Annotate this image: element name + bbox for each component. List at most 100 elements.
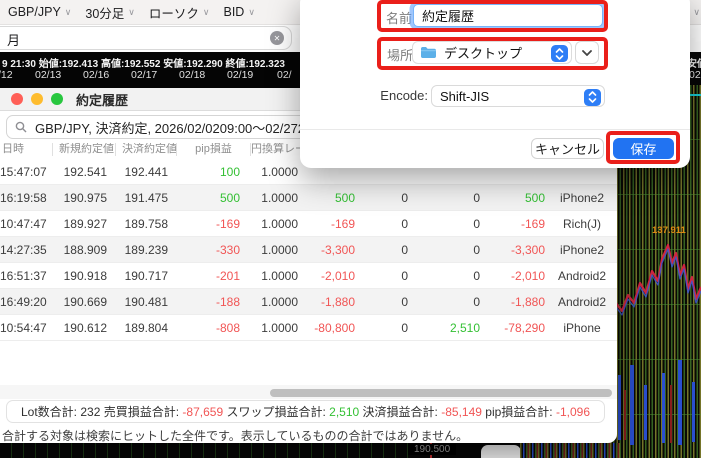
dropdown-stepper-icon xyxy=(584,89,601,106)
table-cell: 1.0000 xyxy=(250,243,310,257)
volume-bar xyxy=(630,365,634,445)
clear-filter-icon[interactable]: ✕ xyxy=(270,31,284,45)
volume-bar xyxy=(670,385,672,443)
chevron-down-icon: ∨ xyxy=(248,7,255,18)
toolbar-dropdown[interactable]: ローソク ∨ xyxy=(149,3,210,22)
column-header[interactable]: pip損益 xyxy=(176,143,250,156)
chart-scrollbar-fragment[interactable] xyxy=(481,445,521,458)
summary-item: 決済損益合計: -85,149 xyxy=(363,403,482,420)
chevron-down-icon: ∨ xyxy=(128,7,135,18)
table-cell: -188 xyxy=(176,295,250,309)
column-header[interactable]: 日時 xyxy=(0,143,52,156)
dialog-divider xyxy=(300,129,690,130)
table-cell: -80,800 xyxy=(310,321,360,335)
table-cell: 1.0000 xyxy=(250,269,310,283)
table-row[interactable]: 16:19:58190.975191.4755001.000050000500i… xyxy=(0,185,617,211)
summary-item: 売買損益合計: -87,659 xyxy=(104,403,223,420)
table-cell: -2,010 xyxy=(482,269,547,283)
summary-item: Lot数合計: 232 xyxy=(21,403,100,420)
table-cell: -201 xyxy=(176,269,250,283)
table-cell: 189.804 xyxy=(115,321,176,335)
cancel-button-label: キャンセル xyxy=(535,139,600,158)
table-cell: 189.239 xyxy=(115,243,176,257)
summary-value: 2,510 xyxy=(329,405,359,419)
table-cell: -169 xyxy=(176,217,250,231)
toolbar-dropdown[interactable]: BID∨ xyxy=(224,3,255,22)
volume-bar xyxy=(618,375,621,440)
table-cell: 0 xyxy=(360,295,420,309)
annotation-box-name-field xyxy=(377,0,608,32)
table-cell: 190.975 xyxy=(52,191,115,205)
chevron-down-icon: ∨ xyxy=(693,7,700,18)
column-header[interactable]: 新規約定値 xyxy=(52,143,115,156)
table-cell: 189.927 xyxy=(52,217,115,231)
table-cell: 190.481 xyxy=(115,295,176,309)
table-row[interactable]: 16:51:37190.918190.717-2011.0000-2,01000… xyxy=(0,263,617,289)
table-row[interactable]: 10:47:47189.927189.758-1691.0000-16900-1… xyxy=(0,211,617,237)
table-row[interactable]: 16:49:20190.669190.481-1881.0000-1,88000… xyxy=(0,289,617,315)
chart-toolbar-dropdowns: GBP/JPY∨30分足∨ローソク∨BID∨ xyxy=(8,3,255,22)
table-cell: 189.758 xyxy=(115,217,176,231)
table-cell: iPhone2 xyxy=(547,191,617,205)
table-cell: iPhone xyxy=(547,321,617,335)
summary-bar: Lot数合計: 232売買損益合計: -87,659スワップ損益合計: 2,51… xyxy=(6,400,605,423)
traffic-lights xyxy=(11,93,63,105)
table-cell: -78,290 xyxy=(482,321,547,335)
table-cell: -1,880 xyxy=(310,295,360,309)
table-cell: Android2 xyxy=(547,295,617,309)
toolbar-dropdown-label: ローソク xyxy=(149,3,199,22)
table-cell: 0 xyxy=(420,269,482,283)
toolbar-dropdown[interactable]: 30分足 ∨ xyxy=(85,3,135,22)
table-cell: 100 xyxy=(176,165,250,179)
chevron-down-icon: ∨ xyxy=(203,7,210,18)
toolbar-dropdown-label: 30分足 xyxy=(85,3,124,22)
table-row[interactable]: 10:54:47190.612189.804-8081.0000-80,8000… xyxy=(0,315,617,341)
cancel-button[interactable]: キャンセル xyxy=(531,138,604,159)
chart-filter-field[interactable]: ✕ xyxy=(0,26,292,50)
chart-filter-input[interactable] xyxy=(5,29,239,49)
annotation-box-save-button xyxy=(606,131,680,164)
table-cell: 0 xyxy=(360,217,420,231)
table-cell: -808 xyxy=(176,321,250,335)
table-row[interactable]: 14:27:35188.909189.239-3301.0000-3,30000… xyxy=(0,237,617,263)
date-tick: 02/ xyxy=(277,69,292,81)
table-cell: 15:47:07 xyxy=(0,165,52,179)
encode-dropdown[interactable]: Shift-JIS xyxy=(431,85,605,107)
chart-dense-bars xyxy=(520,443,620,458)
toolbar-dropdown[interactable]: GBP/JPY∨ xyxy=(8,3,71,22)
zoom-window-icon[interactable] xyxy=(51,93,63,105)
table-cell: -330 xyxy=(176,243,250,257)
chevron-down-icon: ∨ xyxy=(65,7,72,18)
chart-price-label: 190.500 xyxy=(408,444,456,455)
table-cell: 188.909 xyxy=(52,243,115,257)
volume-bar xyxy=(644,385,647,440)
table-cell: 2,510 xyxy=(420,321,482,335)
table-cell: 1.0000 xyxy=(250,217,310,231)
table-cell: 192.541 xyxy=(52,165,115,179)
column-header[interactable]: 決済約定値 xyxy=(115,143,176,156)
date-tick: 02/13 xyxy=(35,69,61,81)
candlestick-line xyxy=(610,237,701,349)
ohlc-readout: 9 21:30 始値:192.413 高値:192.552 安値:192.290… xyxy=(2,55,285,70)
table-cell: 0 xyxy=(360,269,420,283)
table-cell: -1,880 xyxy=(482,295,547,309)
table-cell: 16:49:20 xyxy=(0,295,52,309)
table-cell: 0 xyxy=(420,191,482,205)
table-cell: 1.0000 xyxy=(250,321,310,335)
summary-label: 決済損益合計: xyxy=(363,405,442,419)
date-tick: 02/18 xyxy=(179,69,205,81)
table-cell: 0 xyxy=(420,217,482,231)
close-window-icon[interactable] xyxy=(11,93,23,105)
encode-value: Shift-JIS xyxy=(440,89,489,104)
table-cell: 1.0000 xyxy=(250,295,310,309)
horizontal-scrollbar-thumb[interactable] xyxy=(270,389,612,397)
table-cell: Rich(J) xyxy=(547,217,617,231)
table-cell: 1.0000 xyxy=(250,191,310,205)
chart-gridlines xyxy=(0,443,410,458)
minimize-window-icon[interactable] xyxy=(31,93,43,105)
table-cell: 190.612 xyxy=(52,321,115,335)
summary-value: -87,659 xyxy=(182,405,223,419)
summary-label: pip損益合計: xyxy=(485,405,556,419)
table-cell: 192.441 xyxy=(115,165,176,179)
table-cell: 0 xyxy=(360,321,420,335)
